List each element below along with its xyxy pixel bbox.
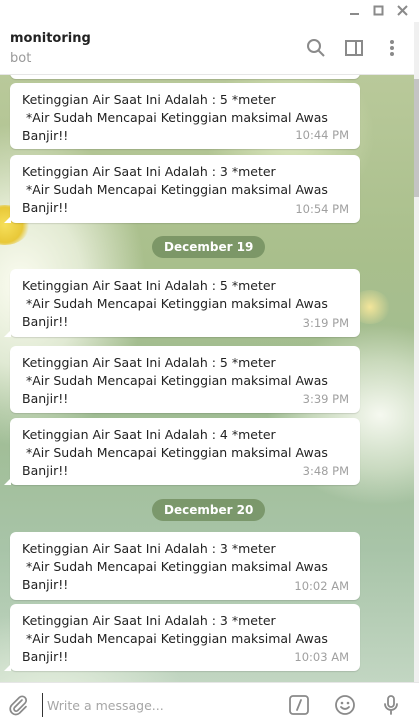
message-time: 10:03 AM <box>294 650 349 664</box>
message-bubble[interactable]: Ketinggian Air Saat Ini Adalah : 3 *mete… <box>4 155 360 223</box>
maximize-icon[interactable] <box>371 3 387 19</box>
bubble-tail <box>4 216 11 223</box>
close-icon[interactable] <box>395 3 411 19</box>
message-time: 10:44 PM <box>295 128 349 142</box>
message-list[interactable]: Ketinggian Air Saat Ini Adalah : 5 *mete… <box>0 75 414 682</box>
sidebar-toggle-icon[interactable] <box>344 38 364 58</box>
message-bubble-partial <box>10 75 360 79</box>
microphone-icon[interactable] <box>379 693 403 717</box>
message-time: 10:54 PM <box>295 202 349 216</box>
message-bubble[interactable]: Ketinggian Air Saat Ini Adalah : 5 *mete… <box>10 83 360 149</box>
date-separator: December 19 <box>152 236 266 258</box>
date-separator: December 20 <box>152 499 266 521</box>
scrollbar[interactable] <box>414 22 419 728</box>
message-bubble[interactable]: Ketinggian Air Saat Ini Adalah : 4 *mete… <box>4 418 360 485</box>
chat-subtitle: bot <box>10 51 32 66</box>
more-vertical-icon[interactable] <box>382 38 402 58</box>
message-text: Ketinggian Air Saat Ini Adalah : 5 *mete… <box>22 355 328 406</box>
message-text: Ketinggian Air Saat Ini Adalah : 4 *mete… <box>22 427 328 478</box>
message-input[interactable] <box>42 693 281 717</box>
message-bubble[interactable]: Ketinggian Air Saat Ini Adalah : 5 *mete… <box>10 346 360 413</box>
message-time: 3:39 PM <box>302 392 349 406</box>
search-icon[interactable] <box>306 38 326 58</box>
message-bubble[interactable]: Ketinggian Air Saat Ini Adalah : 5 *mete… <box>4 269 360 337</box>
message-bubble[interactable]: Ketinggian Air Saat Ini Adalah : 3 *mete… <box>4 604 360 671</box>
message-time: 3:48 PM <box>302 464 349 478</box>
message-text: Ketinggian Air Saat Ini Adalah : 5 *mete… <box>22 278 328 329</box>
chat-title[interactable]: monitoring <box>10 31 91 46</box>
scrollbar-thumb[interactable] <box>414 79 419 197</box>
message-composer <box>0 682 419 728</box>
attach-icon[interactable] <box>6 693 30 717</box>
message-time: 3:19 PM <box>302 316 349 330</box>
chat-header: monitoring bot <box>0 22 414 75</box>
message-bubble[interactable]: Ketinggian Air Saat Ini Adalah : 3 *mete… <box>10 532 360 600</box>
bubble-tail <box>4 330 11 337</box>
bot-command-icon[interactable] <box>287 693 311 717</box>
message-time: 10:02 AM <box>294 579 349 593</box>
window-titlebar <box>0 0 419 22</box>
bubble-tail <box>4 664 11 671</box>
minimize-icon[interactable] <box>347 3 363 19</box>
emoji-icon[interactable] <box>333 693 357 717</box>
bubble-tail <box>4 478 11 485</box>
